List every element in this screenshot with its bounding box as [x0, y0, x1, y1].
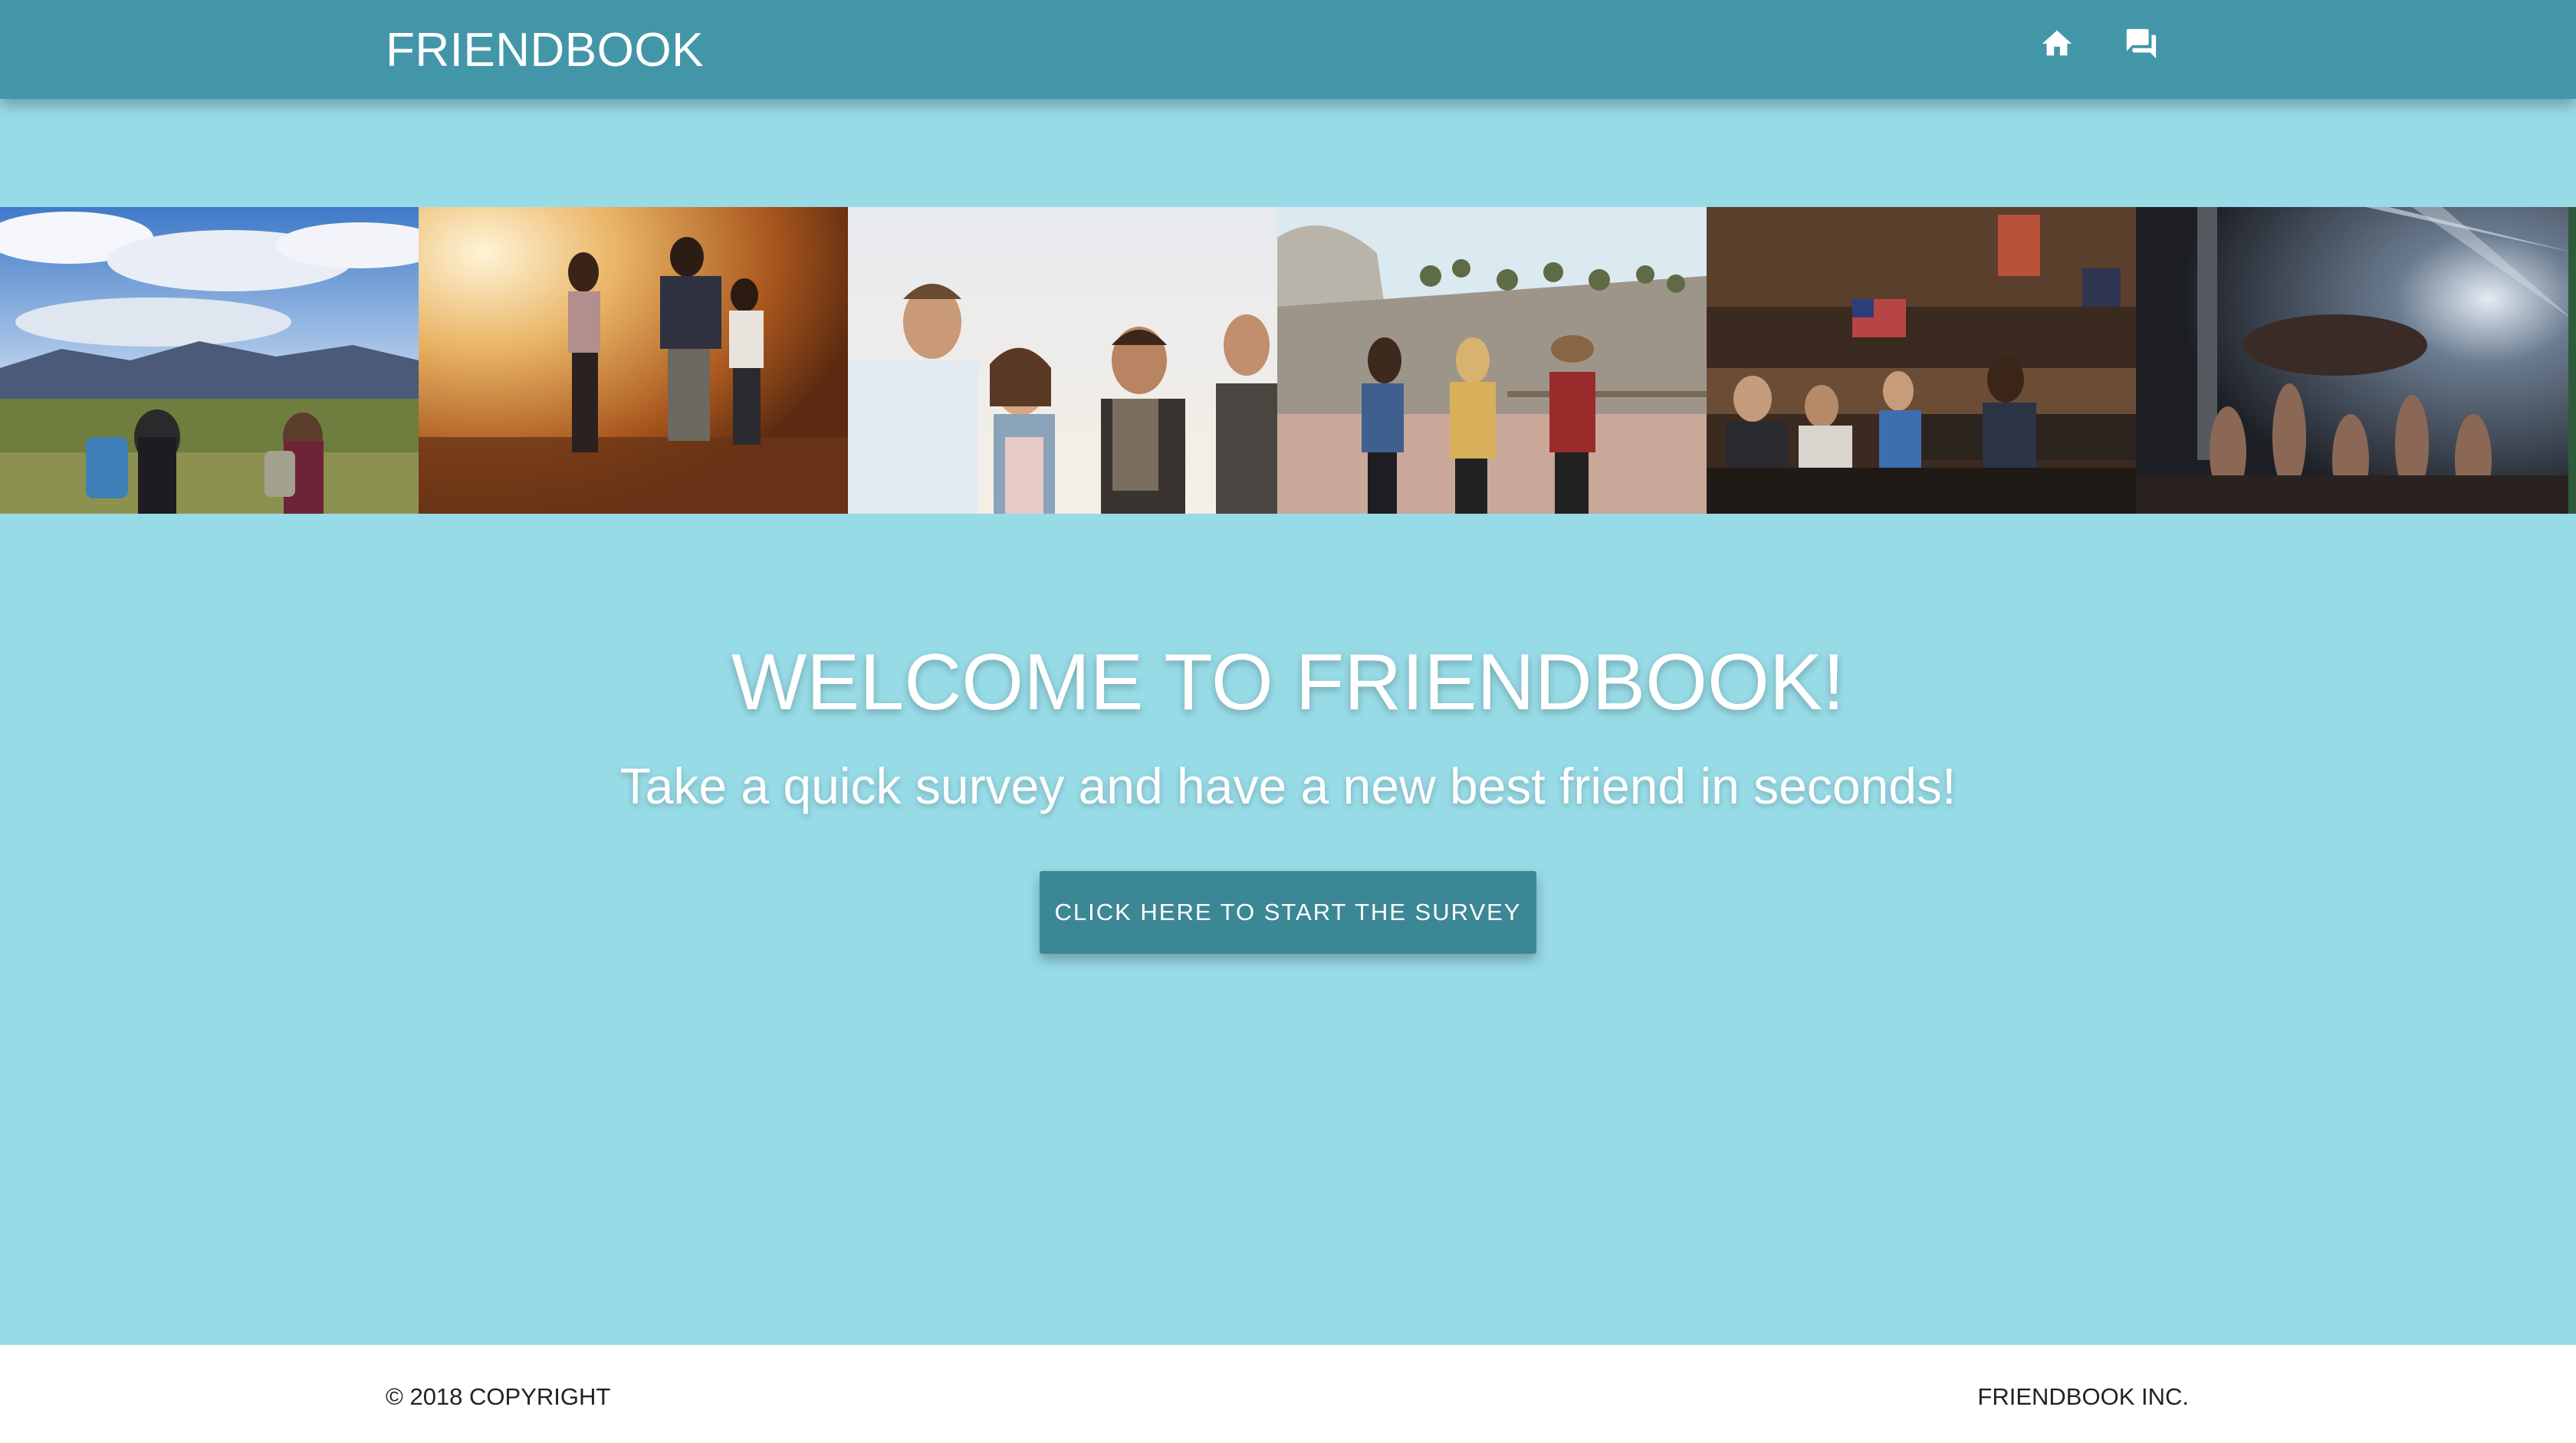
hero-title: WELCOME TO FRIENDBOOK! — [731, 638, 1845, 727]
hikers-mountain-photo — [0, 207, 419, 514]
hero-subtitle: Take a quick survey and have a new best … — [619, 758, 1957, 814]
concert-crowd-photo — [2136, 207, 2576, 514]
friends-sunset-photo — [419, 207, 848, 514]
footer-company: FRIENDBOOK INC. — [1977, 1383, 2189, 1410]
nav-icons — [2039, 26, 2159, 61]
navbar: FRIENDBOOK — [0, 0, 2576, 99]
brand-logo[interactable]: FRIENDBOOK — [386, 23, 704, 78]
start-survey-button[interactable]: CLICK HERE TO START THE SURVEY — [1040, 871, 1536, 954]
footer-copyright: © 2018 COPYRIGHT — [386, 1383, 611, 1410]
friends-laughing-photo — [848, 207, 1277, 514]
home-icon[interactable] — [2039, 26, 2075, 61]
photo-strip — [0, 207, 2576, 514]
footer: © 2018 COPYRIGHT FRIENDBOOK INC. — [0, 1345, 2576, 1443]
friends-bar-photo — [1707, 207, 2136, 514]
forum-icon[interactable] — [2124, 26, 2159, 61]
friends-walking-trail-photo — [1277, 207, 1707, 514]
